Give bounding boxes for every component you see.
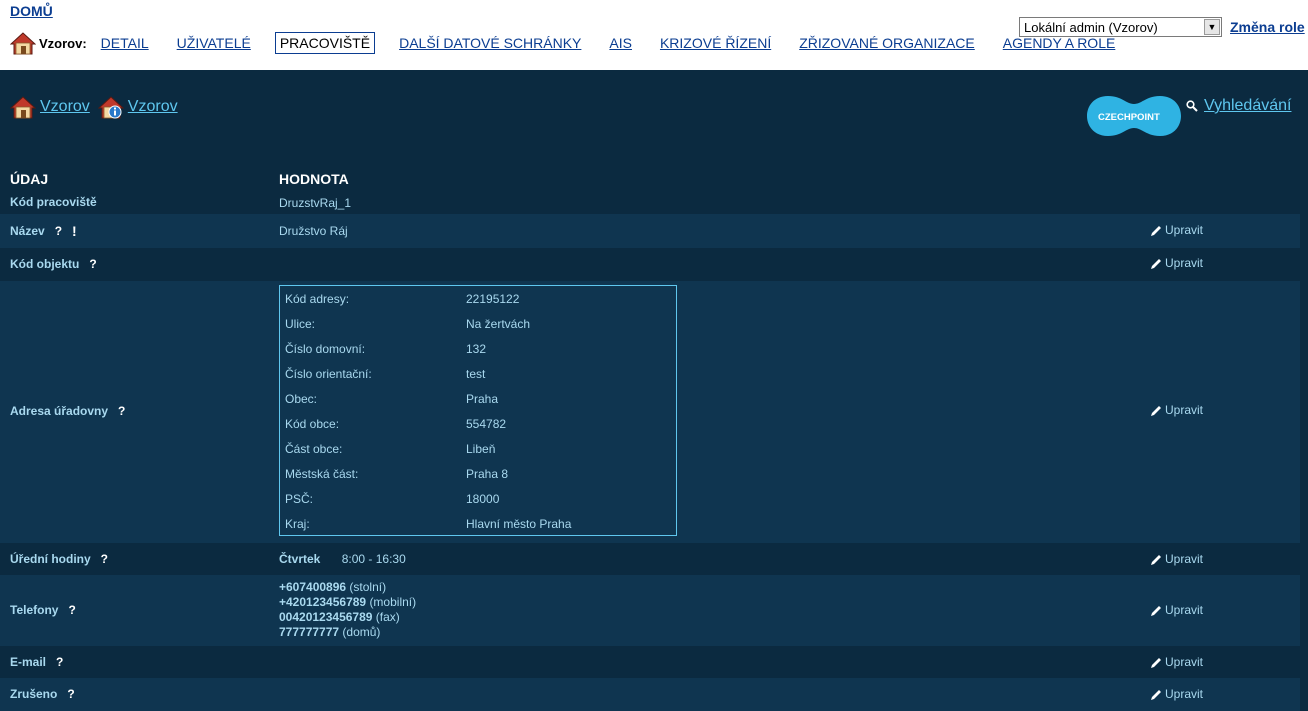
- hours-day: Čtvrtek: [279, 552, 321, 566]
- nav-organizations[interactable]: ZŘIZOVANÉ ORGANIZACE: [795, 33, 979, 53]
- field-value: Čtvrtek 8:00 - 16:30: [279, 552, 406, 566]
- phone-list: +607400896 (stolní) +420123456789 (mobil…: [279, 580, 416, 640]
- address-key: Obec:: [285, 392, 318, 406]
- home-link[interactable]: DOMŮ: [10, 3, 53, 19]
- entity-label: Vzorov:: [39, 35, 87, 51]
- pencil-icon: [1151, 606, 1161, 616]
- help-icon[interactable]: ?: [67, 687, 74, 701]
- edit-button[interactable]: Upravit: [1150, 403, 1203, 417]
- search-icon[interactable]: [1186, 100, 1198, 112]
- field-value: Družstvo Ráj: [279, 224, 348, 238]
- entity-row: Vzorov: DETAIL UŽIVATELÉ PRACOVIŠTĚ DALŠ…: [10, 30, 1139, 56]
- table-row: E-mail ? Upravit: [0, 646, 1300, 678]
- help-icon[interactable]: ?: [56, 655, 63, 669]
- table-row: Název ? ! Družstvo Ráj Upravit: [0, 214, 1300, 248]
- field-label: Kód objektu ?: [10, 257, 97, 271]
- phone-item: 00420123456789 (fax): [279, 610, 400, 624]
- search-area: Vyhledávání: [1186, 97, 1291, 115]
- home-info-icon: [97, 96, 124, 119]
- main-nav: DETAIL UŽIVATELÉ PRACOVIŠTĚ DALŠÍ DATOVÉ…: [97, 32, 1140, 54]
- address-value: Praha: [466, 392, 499, 406]
- field-label: Úřední hodiny ?: [10, 552, 109, 566]
- edit-button[interactable]: Upravit: [1150, 256, 1203, 270]
- nav-detail[interactable]: DETAIL: [97, 33, 153, 53]
- field-label: Adresa úřadovny ?: [10, 404, 126, 418]
- address-value: Na žertvách: [466, 317, 531, 331]
- hours-time: 8:00 - 16:30: [341, 552, 406, 566]
- address-key: Číslo domovní:: [285, 342, 366, 356]
- edit-button[interactable]: Upravit: [1150, 655, 1203, 669]
- home-icon: [10, 32, 36, 55]
- address-value: Hlavní město Praha: [466, 517, 572, 531]
- address-value: test: [466, 367, 486, 381]
- pencil-icon: [1151, 406, 1161, 416]
- nav-users[interactable]: UŽIVATELÉ: [173, 33, 255, 53]
- table-row: Zrušeno ? Upravit: [0, 678, 1300, 711]
- pencil-icon: [1151, 226, 1161, 236]
- address-box: Kód adresy: 22195122 Ulice: Na žertvách …: [279, 285, 677, 536]
- crumb-vzorov-home[interactable]: Vzorov: [40, 98, 90, 116]
- address-key: Městská část:: [285, 467, 359, 481]
- field-value: DruzstvRaj_1: [279, 196, 352, 210]
- edit-button[interactable]: Upravit: [1150, 552, 1203, 566]
- top-bar: DOMŮ Vzorov: DETAIL UŽIVATELÉ PRACOVIŠTĚ…: [0, 0, 1308, 70]
- address-value: 132: [466, 342, 487, 356]
- breadcrumb: Vzorov Vzorov: [10, 95, 186, 119]
- edit-button[interactable]: Upravit: [1150, 223, 1203, 237]
- warning-icon: !: [72, 223, 77, 239]
- pencil-icon: [1151, 690, 1161, 700]
- help-icon[interactable]: ?: [118, 404, 125, 418]
- table-row: Telefony ? +607400896 (stolní) +42012345…: [0, 575, 1300, 646]
- edit-button[interactable]: Upravit: [1150, 603, 1203, 617]
- nav-data-boxes[interactable]: DALŠÍ DATOVÉ SCHRÁNKY: [395, 33, 585, 53]
- address-value: Praha 8: [466, 467, 509, 481]
- field-label: Telefony ?: [10, 603, 76, 617]
- address-key: PSČ:: [285, 492, 314, 506]
- address-value: 22195122: [466, 292, 520, 306]
- help-icon[interactable]: ?: [89, 257, 96, 271]
- nav-crisis[interactable]: KRIZOVÉ ŘÍZENÍ: [656, 33, 775, 53]
- address-value: Libeň: [466, 442, 496, 456]
- column-header-field: ÚDAJ: [10, 171, 49, 187]
- field-label: Zrušeno ?: [10, 687, 75, 701]
- home-icon: [10, 96, 36, 119]
- address-key: Kód adresy:: [285, 292, 350, 306]
- pencil-icon: [1151, 658, 1161, 668]
- logo-text: CZECHPOINT: [1098, 112, 1160, 123]
- address-key: Ulice:: [285, 317, 316, 331]
- table-row: Kód objektu ? Upravit: [0, 248, 1300, 281]
- phone-item: +420123456789 (mobilní): [279, 595, 417, 609]
- nav-ais[interactable]: AIS: [605, 33, 636, 53]
- phone-item: 777777777 (domů): [279, 625, 381, 639]
- pencil-icon: [1151, 555, 1161, 565]
- address-key: Číslo orientační:: [285, 367, 372, 381]
- field-label: E-mail ?: [10, 655, 64, 669]
- chevron-down-icon[interactable]: ▼: [1204, 19, 1220, 35]
- change-role-link[interactable]: Změna role: [1230, 19, 1305, 35]
- column-header-value: HODNOTA: [279, 171, 349, 187]
- edit-button[interactable]: Upravit: [1150, 687, 1203, 701]
- address-value: 554782: [466, 417, 507, 431]
- help-icon[interactable]: ?: [55, 224, 62, 238]
- nav-workplaces[interactable]: PRACOVIŠTĚ: [274, 32, 376, 54]
- address-value: 18000: [466, 492, 500, 506]
- role-select[interactable]: Lokální admin (Vzorov) ▼: [1019, 17, 1222, 37]
- crumb-vzorov-info[interactable]: Vzorov: [128, 98, 178, 116]
- field-label: Název ? !: [10, 223, 77, 239]
- address-key: Kraj:: [285, 517, 310, 531]
- field-label: Kód pracoviště: [10, 195, 97, 209]
- table-row: Úřední hodiny ? Čtvrtek 8:00 - 16:30 Upr…: [0, 543, 1300, 575]
- czechpoint-logo: CZECHPOINT: [1087, 96, 1181, 136]
- search-link[interactable]: Vyhledávání: [1204, 97, 1291, 115]
- help-icon[interactable]: ?: [68, 603, 75, 617]
- pencil-icon: [1151, 259, 1161, 269]
- table-row: Kód pracoviště DruzstvRaj_1: [0, 190, 1300, 214]
- role-select-value: Lokální admin (Vzorov): [1024, 19, 1158, 35]
- phone-item: +607400896 (stolní): [279, 580, 387, 594]
- address-key: Část obce:: [285, 442, 343, 456]
- help-icon[interactable]: ?: [101, 552, 108, 566]
- address-key: Kód obce:: [285, 417, 340, 431]
